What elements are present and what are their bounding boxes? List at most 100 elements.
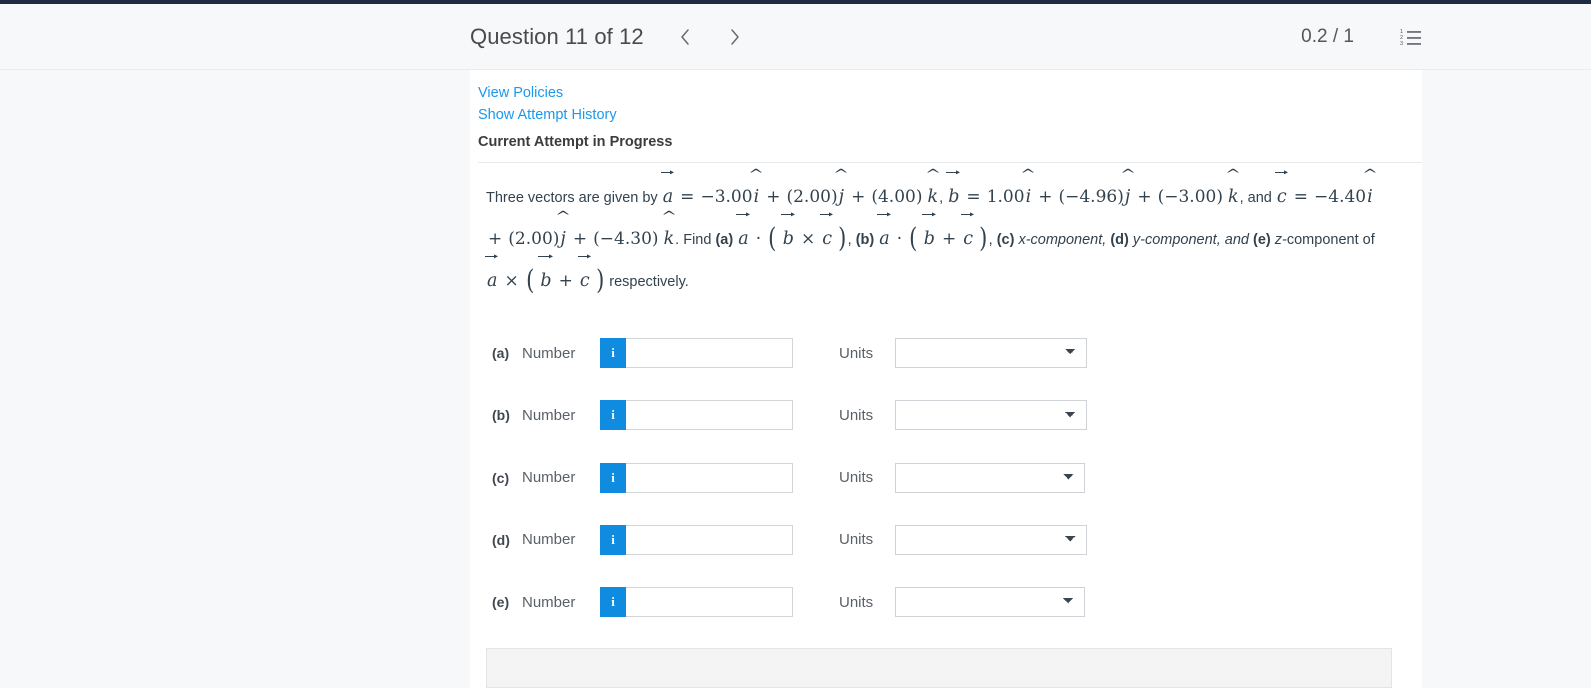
units-label-c: Units	[839, 469, 874, 487]
number-input-group-c: i	[600, 462, 793, 493]
bottom-toolbar-panel	[486, 648, 1392, 688]
vector-a-symbol-part-b: a	[877, 213, 891, 258]
z-component-text: z-	[1274, 232, 1287, 248]
b-i-coefficient: 1.00	[986, 187, 1025, 207]
i-hat-icon-a: i	[753, 179, 761, 216]
part-label-e: (e)	[1253, 232, 1271, 248]
units-select-e[interactable]	[895, 587, 1085, 618]
vector-b-symbol: b	[946, 171, 960, 216]
info-icon[interactable]: i	[600, 462, 626, 493]
units-label-b: Units	[839, 406, 874, 424]
vector-a-symbol-part-e: a	[484, 255, 498, 300]
plus-c1: +	[488, 229, 503, 249]
units-label-e: Units	[839, 593, 874, 611]
show-attempt-history-link[interactable]: Show Attempt History	[478, 104, 617, 126]
answer-label-e: (e)	[492, 594, 510, 611]
number-input-c[interactable]	[626, 462, 793, 493]
answer-row-b: (b) Number i Units	[492, 399, 1422, 431]
units-select-c[interactable]	[895, 462, 1085, 493]
c-j-coefficient: (2.00)	[508, 229, 560, 249]
answer-label-b: (b)	[492, 407, 510, 424]
info-icon[interactable]: i	[600, 524, 626, 555]
equals-sign-b: =	[966, 187, 981, 207]
plus-operator-b: +	[941, 229, 957, 249]
info-icon[interactable]: i	[600, 587, 626, 618]
respectively-text: respectively.	[609, 274, 689, 290]
find-text: . Find	[675, 232, 712, 248]
info-icon[interactable]: i	[600, 338, 626, 368]
component-of-text: component of	[1286, 232, 1375, 248]
view-policies-link[interactable]: View Policies	[478, 82, 563, 104]
answer-row-a: (a) Number i Units	[492, 337, 1422, 369]
units-label-a: Units	[839, 344, 874, 362]
answer-label-c: (c)	[492, 469, 510, 486]
j-hat-icon-a: j	[838, 179, 845, 216]
units-label-d: Units	[839, 531, 874, 549]
comma-after-part-b: ,	[988, 232, 993, 248]
info-icon[interactable]: i	[600, 400, 626, 431]
vector-b-symbol-part-b: b	[921, 213, 936, 258]
c-i-coefficient: −4.40	[1314, 187, 1367, 207]
number-input-e[interactable]	[626, 587, 793, 618]
i-hat-icon-c: i	[1366, 179, 1374, 216]
chevron-left-icon	[679, 28, 691, 46]
next-question-button[interactable]	[720, 22, 750, 52]
a-i-coefficient: −3.00	[700, 187, 753, 207]
k-hat-icon-c: k	[663, 221, 676, 258]
number-input-group-e: i	[600, 587, 793, 618]
dot-operator-a: ·	[755, 229, 762, 249]
i-hat-icon-b: i	[1025, 179, 1033, 216]
comma-after-part-a: ,	[847, 232, 852, 248]
answer-rows: (a) Number i Units (b) Number i Units (c…	[470, 337, 1422, 618]
cross-operator-e: ×	[504, 271, 519, 291]
x-component-text: x-component,	[1018, 232, 1107, 248]
number-label-d: Number	[522, 531, 576, 549]
vector-a-symbol-part-a: a	[736, 213, 750, 258]
k-hat-icon-b: k	[1227, 179, 1240, 216]
plus-operator-e: +	[558, 271, 573, 291]
number-input-b[interactable]	[626, 400, 793, 431]
j-hat-icon-b: j	[1124, 179, 1131, 216]
a-k-coefficient: (4.00)	[871, 187, 923, 207]
question-card: View Policies Show Attempt History Curre…	[470, 70, 1422, 688]
previous-question-button[interactable]	[670, 22, 700, 52]
answer-label-a: (a)	[492, 345, 510, 361]
number-label-e: Number	[522, 593, 576, 611]
open-paren-b: (	[909, 223, 918, 254]
close-paren-e: )	[595, 265, 605, 296]
units-select-b[interactable]	[895, 400, 1087, 431]
number-input-group-b: i	[600, 400, 793, 431]
and-connector: , and	[1239, 190, 1272, 206]
number-label-b: Number	[522, 406, 576, 424]
question-navigation	[670, 22, 750, 52]
a-j-coefficient: (2.00)	[786, 187, 838, 207]
number-input-group-d: i	[600, 524, 793, 555]
numbered-list-icon[interactable]: 1 2 3	[1400, 26, 1422, 48]
plus-a2: +	[851, 187, 866, 207]
open-paren-e: (	[525, 265, 535, 296]
answer-label-d: (d)	[492, 531, 510, 548]
number-input-d[interactable]	[626, 524, 793, 555]
b-k-coefficient: (−3.00)	[1157, 187, 1223, 207]
equals-sign-c: =	[1293, 187, 1308, 207]
answer-row-c: (c) Number i Units	[492, 462, 1422, 494]
problem-intro: Three vectors are given by	[486, 190, 658, 206]
answer-row-e: (e) Number i Units	[492, 586, 1422, 618]
part-label-b: (b)	[855, 232, 875, 248]
score-display: 0.2 / 1	[1301, 25, 1354, 47]
part-label-a: (a)	[715, 232, 734, 248]
vector-c-symbol-part-e: c	[577, 255, 591, 300]
plus-c2: +	[572, 229, 588, 249]
vector-b-symbol-part-a: b	[780, 213, 795, 258]
comma-after-a: ,	[939, 190, 944, 206]
open-paren-a: (	[768, 223, 777, 254]
section-divider	[478, 162, 1422, 163]
units-select-a[interactable]	[895, 338, 1087, 368]
number-input-a[interactable]	[626, 338, 793, 368]
units-select-d[interactable]	[895, 524, 1087, 555]
header-inner: Question 11 of 12 0.2 / 1 1 2 3	[470, 4, 1422, 69]
close-paren-a: )	[838, 223, 847, 254]
part-label-c: (c)	[996, 232, 1015, 248]
c-k-coefficient: (−4.30)	[593, 229, 659, 249]
part-label-d: (d)	[1110, 232, 1129, 248]
